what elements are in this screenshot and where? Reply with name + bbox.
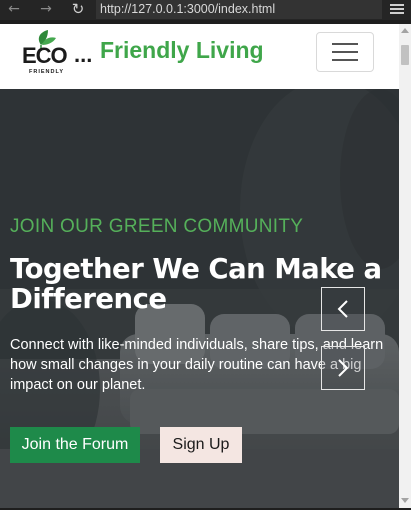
- page-viewport: ECO FRIENDLY ... Friendly Living JOIN OU…: [0, 24, 399, 508]
- brand-name[interactable]: Friendly Living: [100, 37, 264, 64]
- logo-wordmark: ECO: [22, 43, 68, 68]
- logo-tagline: FRIENDLY: [29, 69, 64, 75]
- browser-toolbar: ← → ↻ http://127.0.0.1:3000/index.html: [0, 0, 411, 20]
- scroll-thumb[interactable]: [401, 45, 409, 65]
- arrow-left-icon[interactable]: ←: [4, 0, 24, 20]
- chevron-right-icon: [338, 359, 349, 377]
- toggler-bar: [332, 51, 358, 53]
- navbar-toggler-button[interactable]: [316, 32, 374, 72]
- hero-eyebrow: JOIN OUR GREEN COMMUNITY: [10, 216, 304, 237]
- reload-icon[interactable]: ↻: [68, 0, 88, 20]
- eco-logo[interactable]: ECO FRIENDLY: [22, 29, 74, 77]
- scroll-down-arrow-icon[interactable]: [401, 498, 409, 503]
- hero-carousel: JOIN OUR GREEN COMMUNITY Together We Can…: [0, 89, 399, 508]
- chevron-left-icon: [337, 300, 348, 318]
- address-bar[interactable]: http://127.0.0.1:3000/index.html: [96, 0, 382, 19]
- brand-ellipsis: ...: [74, 42, 93, 67]
- carousel-prev-button[interactable]: [321, 287, 365, 331]
- scroll-up-arrow-icon[interactable]: [401, 28, 409, 33]
- join-forum-button[interactable]: Join the Forum: [10, 427, 140, 463]
- arrow-right-icon[interactable]: →: [36, 0, 56, 20]
- toggler-bar: [332, 59, 358, 61]
- vertical-scrollbar[interactable]: [399, 24, 411, 508]
- hamburger-icon[interactable]: [390, 2, 404, 16]
- toggler-bar: [332, 43, 358, 45]
- sign-up-button[interactable]: Sign Up: [160, 427, 242, 463]
- navbar: ECO FRIENDLY ... Friendly Living: [0, 24, 399, 89]
- carousel-next-button[interactable]: [321, 346, 365, 390]
